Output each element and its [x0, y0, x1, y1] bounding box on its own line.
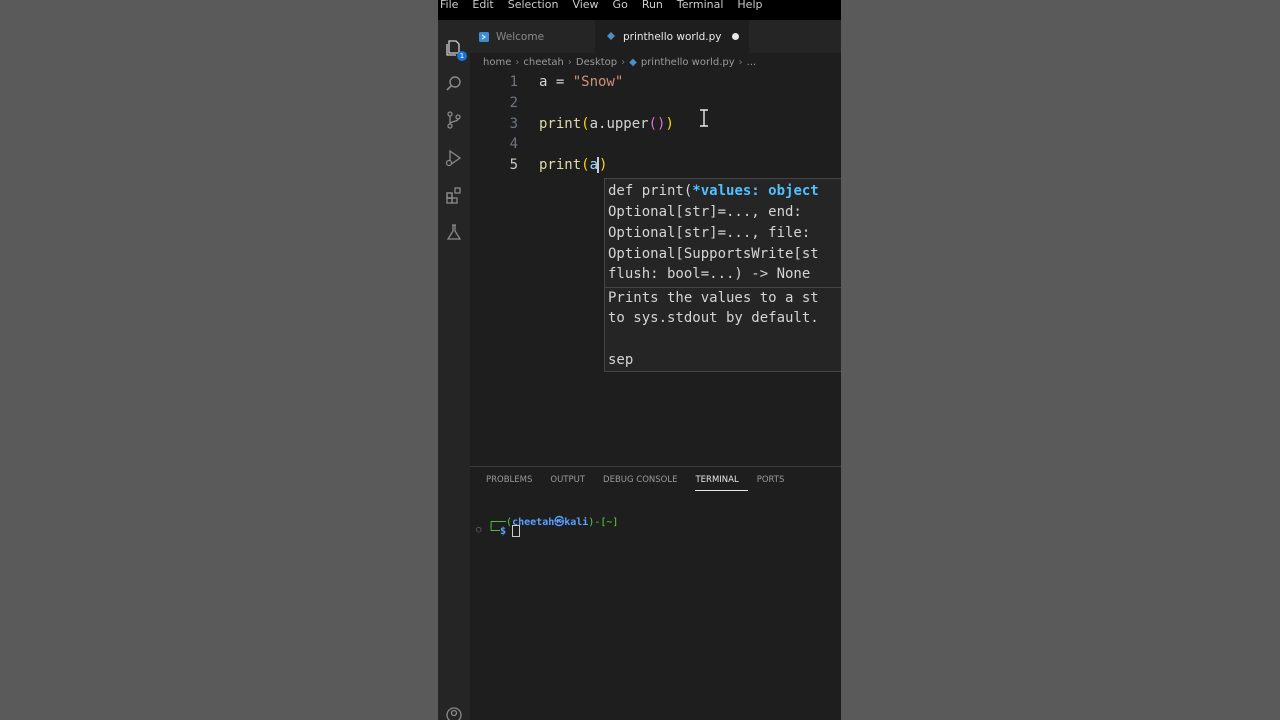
menu-item-selection[interactable]: Selection: [508, 0, 559, 11]
signature-active-param: *values: object: [692, 183, 819, 199]
files-icon[interactable]: 1: [444, 38, 467, 61]
line-number: 1: [509, 74, 518, 90]
unsaved-dot-icon[interactable]: [731, 33, 739, 40]
code-token: a =: [539, 74, 573, 90]
terminal-prompt-line-2: └─$: [488, 525, 521, 537]
terminal-prompt: $: [500, 526, 513, 537]
line-number: 2: [509, 94, 518, 111]
code-token: (): [648, 115, 666, 132]
signature-help-popup: def print(*values: object Optional[str]=…: [604, 178, 841, 372]
menu-items: File Edit Selection View Go Run Terminal Help: [438, 0, 762, 11]
python-file-icon: [605, 31, 617, 43]
panel-tab-debug-console[interactable]: DEBUG CONSOLE: [603, 473, 686, 491]
breadcrumb-home[interactable]: home: [483, 57, 511, 68]
search-icon[interactable]: [444, 74, 464, 94]
terminal-cwd: )-[~]: [588, 517, 619, 528]
tab-active-label: printhello world.py: [623, 30, 722, 43]
python-file-icon: ◆: [629, 57, 637, 68]
menu-item-edit[interactable]: Edit: [472, 0, 493, 11]
explorer-badge: 1: [457, 51, 467, 61]
code-token: ): [665, 115, 674, 132]
signature-line: def print(*values: object: [608, 181, 819, 201]
signature-prefix: def print(: [608, 183, 693, 199]
testing-icon[interactable]: [444, 222, 464, 242]
extensions-icon[interactable]: [444, 185, 464, 205]
menu-item-file[interactable]: File: [440, 0, 458, 11]
line-number: 3: [509, 115, 518, 132]
panel-tabs: PROBLEMS OUTPUT DEBUG CONSOLE TERMINAL PORTS: [486, 473, 802, 491]
code-token: a.upper: [589, 115, 649, 132]
chevron-right-icon: ›: [621, 57, 626, 68]
menu-item-terminal[interactable]: Terminal: [677, 0, 724, 11]
editor-tab-bar: Welcome printhello world.py: [470, 20, 841, 53]
code-token: print: [539, 157, 582, 174]
run-debug-icon[interactable]: [444, 148, 464, 168]
code-text: print(a.upper()): [539, 114, 674, 134]
panel-tab-problems[interactable]: PROBLEMS: [486, 473, 541, 491]
breadcrumb-cheetah[interactable]: cheetah: [523, 57, 564, 68]
bottom-panel: PROBLEMS OUTPUT DEBUG CONSOLE TERMINAL PORTS…: [470, 466, 841, 720]
menu-bar: File Edit Selection View Go Run Terminal Help: [438, 0, 841, 20]
code-token: "Snow": [572, 74, 624, 90]
tab-printhello-world-py[interactable]: printhello world.py: [595, 20, 749, 53]
panel-tab-terminal[interactable]: TERMINAL: [695, 473, 748, 491]
breadcrumb: home › cheetah › Desktop › ◆ printhello …: [483, 57, 756, 68]
code-token: (: [581, 115, 590, 132]
account-icon[interactable]: [444, 705, 464, 720]
activity-bar: 1: [438, 20, 470, 720]
line-number: 4: [509, 136, 518, 153]
terminal-box-bottom: └─: [488, 526, 501, 537]
signature-line: Optional[SupportsWrite[st: [608, 246, 819, 262]
line-number: 5: [509, 157, 518, 174]
terminal-user: cheetah㉿kali: [512, 517, 589, 528]
menu-item-go[interactable]: Go: [613, 0, 628, 11]
terminal-circle-icon: ○: [476, 525, 482, 535]
code-token: print: [539, 115, 582, 132]
menu-item-help[interactable]: Help: [737, 0, 762, 11]
breadcrumb-symbols[interactable]: ...: [747, 57, 757, 68]
breadcrumb-desktop[interactable]: Desktop: [576, 57, 617, 68]
tab-welcome-label: Welcome: [496, 30, 545, 43]
vscode-window: File Edit Selection View Go Run Terminal Help 1: [438, 0, 841, 720]
signature-line: Optional[str]=..., end:: [608, 204, 802, 220]
ibeam-cursor-icon: [698, 108, 710, 128]
menu-item-view[interactable]: View: [572, 0, 598, 11]
terminal-caret[interactable]: [512, 525, 521, 537]
signature-line: Optional[str]=..., file:: [608, 225, 811, 241]
letterbox-right: [841, 0, 1280, 720]
chevron-right-icon: ›: [567, 57, 572, 68]
menu-item-run[interactable]: Run: [642, 0, 663, 11]
doc-line: Prints the values to a st: [608, 290, 819, 306]
param-doc-name: sep: [608, 352, 634, 368]
chevron-right-icon: ›: [738, 57, 743, 68]
source-control-icon[interactable]: [444, 110, 464, 130]
code-text: print(a): [539, 155, 607, 175]
panel-tab-ports[interactable]: PORTS: [757, 473, 794, 491]
code-token: ): [599, 157, 608, 174]
vscode-logo-icon: [478, 31, 490, 43]
breadcrumb-file[interactable]: printhello world.py: [641, 57, 735, 68]
chevron-right-icon: ›: [515, 57, 520, 68]
panel-tab-output[interactable]: OUTPUT: [550, 473, 594, 491]
code-token: (: [581, 157, 590, 174]
code-text: a = "Snow": [539, 72, 623, 92]
tab-welcome[interactable]: Welcome: [478, 20, 554, 53]
letterbox-left: [0, 0, 438, 720]
doc-line: to sys.stdout by default.: [608, 310, 819, 326]
signature-line: flush: bool=...) -> None: [608, 266, 811, 282]
